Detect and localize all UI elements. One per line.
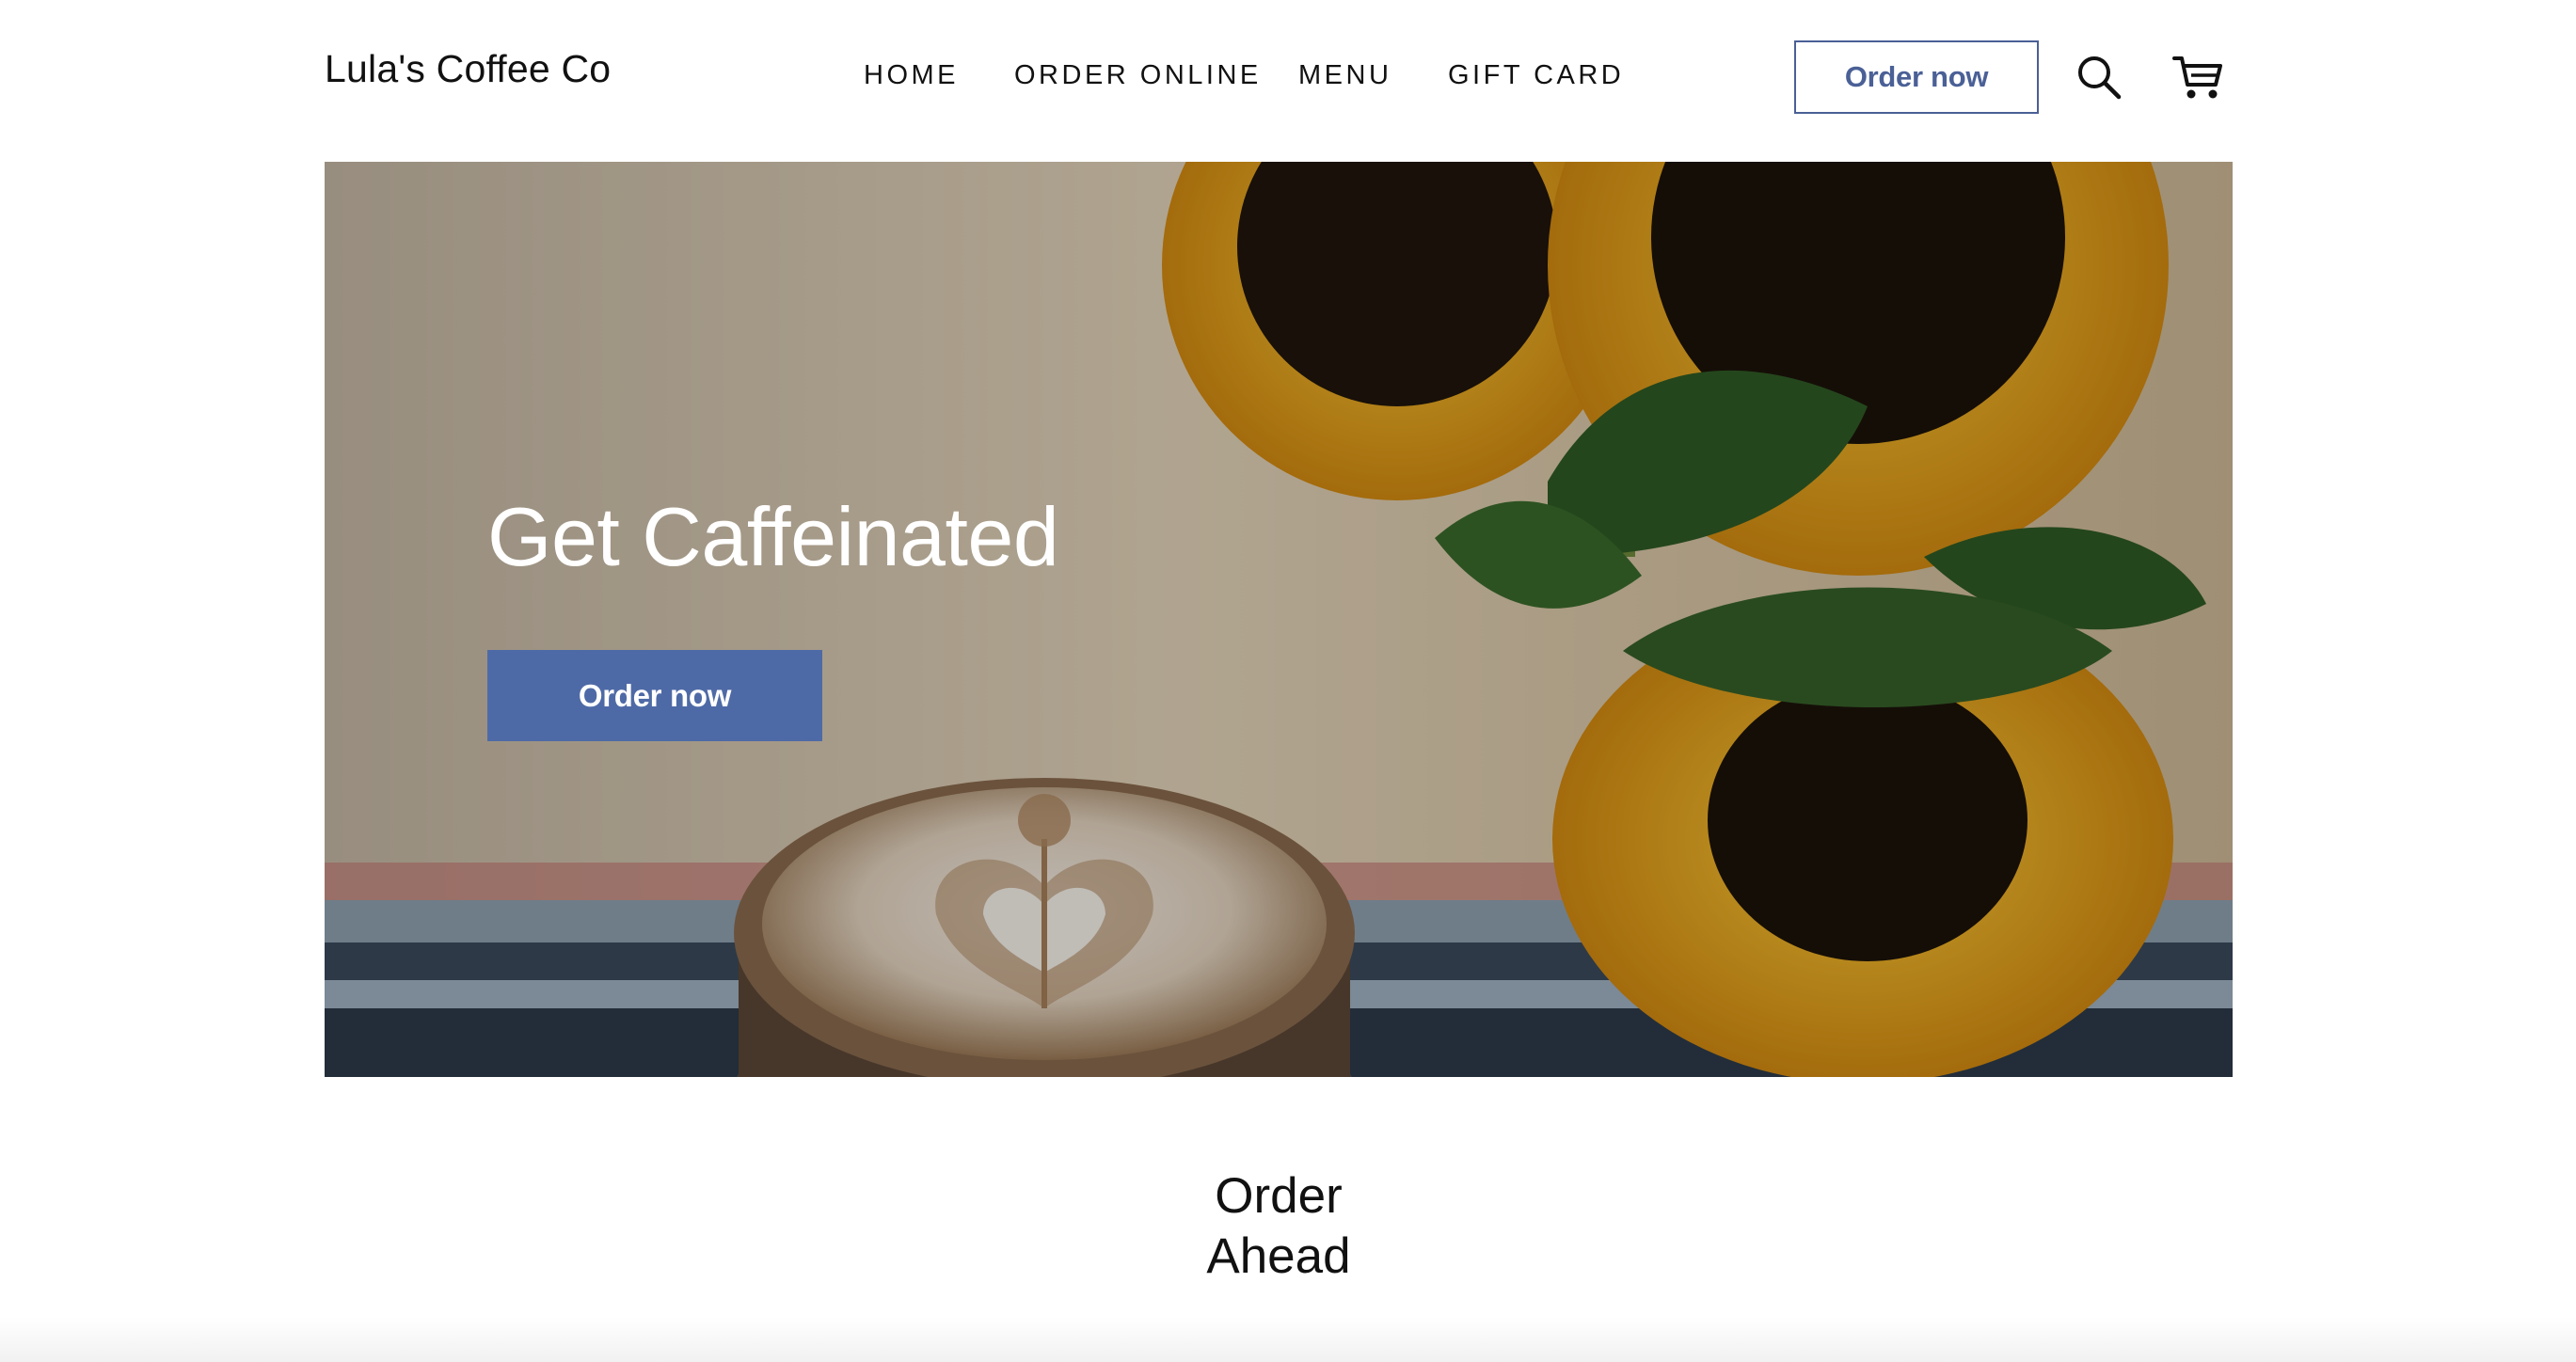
site-header: Lula's Coffee Co HOME ORDER ONLINE MENU … <box>0 0 2576 162</box>
hero-banner: Get Caffeinated Order now <box>325 162 2233 1077</box>
cart-icon[interactable] <box>2171 53 2224 102</box>
page-bottom-shade <box>0 1317 2576 1362</box>
header-order-now-button[interactable]: Order now <box>1794 40 2039 114</box>
order-ahead-line-1: Order <box>1215 1168 1343 1224</box>
search-icon[interactable] <box>2075 53 2123 102</box>
nav-order-online[interactable]: ORDER ONLINE <box>1014 60 1262 91</box>
hero-title: Get Caffeinated <box>487 490 1059 583</box>
hero-order-now-button[interactable]: Order now <box>487 650 822 741</box>
nav-home[interactable]: HOME <box>864 60 959 91</box>
page: Lula's Coffee Co HOME ORDER ONLINE MENU … <box>0 0 2576 1362</box>
hero-overlay <box>325 162 2233 1077</box>
order-ahead-line-2: Ahead <box>1206 1228 1351 1284</box>
nav-menu[interactable]: MENU <box>1298 60 1391 91</box>
site-brand[interactable]: Lula's Coffee Co <box>325 47 611 91</box>
nav-gift-card[interactable]: GIFT CARD <box>1448 60 1624 91</box>
order-ahead-heading: Order Ahead <box>1100 1166 1457 1287</box>
